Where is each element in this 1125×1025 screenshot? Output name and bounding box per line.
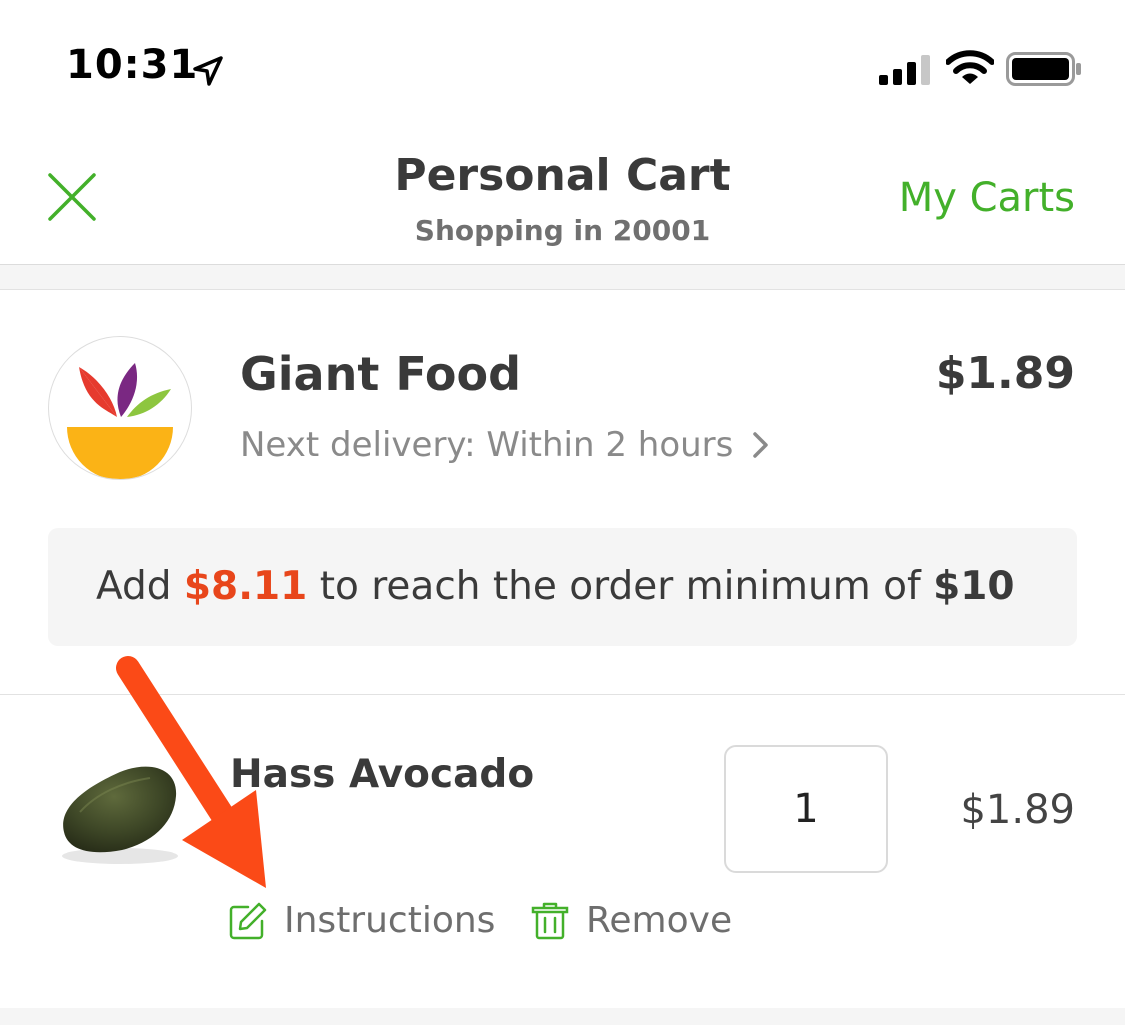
remove-button[interactable]: Remove [530,900,732,941]
chevron-right-icon [753,432,769,458]
section-separator [0,265,1125,290]
order-minimum-remaining: $8.11 [183,564,308,609]
store-logo [48,336,192,480]
location-arrow-icon [193,56,223,86]
store-name: Giant Food [240,347,522,401]
edit-icon [229,902,267,939]
delivery-info-link[interactable]: Next delivery: Within 2 hours [240,425,771,465]
giant-food-logo-icon [67,363,173,479]
order-minimum-middle: to reach the order minimum of [319,564,921,609]
trash-icon [531,902,569,939]
wifi-icon [946,50,994,84]
screen: 10:31 Personal Cart Shopping in 20001 My… [0,0,1125,1025]
my-carts-button[interactable]: My Carts [899,175,1075,221]
store-subtotal: $1.89 [935,348,1075,399]
avocado-image [62,766,178,864]
order-minimum-banner: Add $8.11 to reach the order minimum of … [48,528,1077,646]
remove-label: Remove [586,900,733,941]
item-name: Hass Avocado [230,752,535,797]
section-divider [0,694,1125,695]
order-minimum-value: $10 [933,564,1015,609]
order-minimum-prefix: Add [96,564,172,609]
cellular-signal-icon [879,55,930,85]
quantity-selector[interactable]: 1 [724,745,888,873]
battery-icon [1006,52,1081,86]
order-minimum-text: Add $8.11 to reach the order minimum of … [96,564,1015,609]
instructions-label: Instructions [284,900,496,941]
instructions-button[interactable]: Instructions [228,900,495,941]
delivery-text: Next delivery: Within 2 hours [240,425,734,465]
status-time: 10:31 [66,42,199,88]
bottom-separator [0,1008,1125,1025]
item-price: $1.89 [960,787,1075,833]
